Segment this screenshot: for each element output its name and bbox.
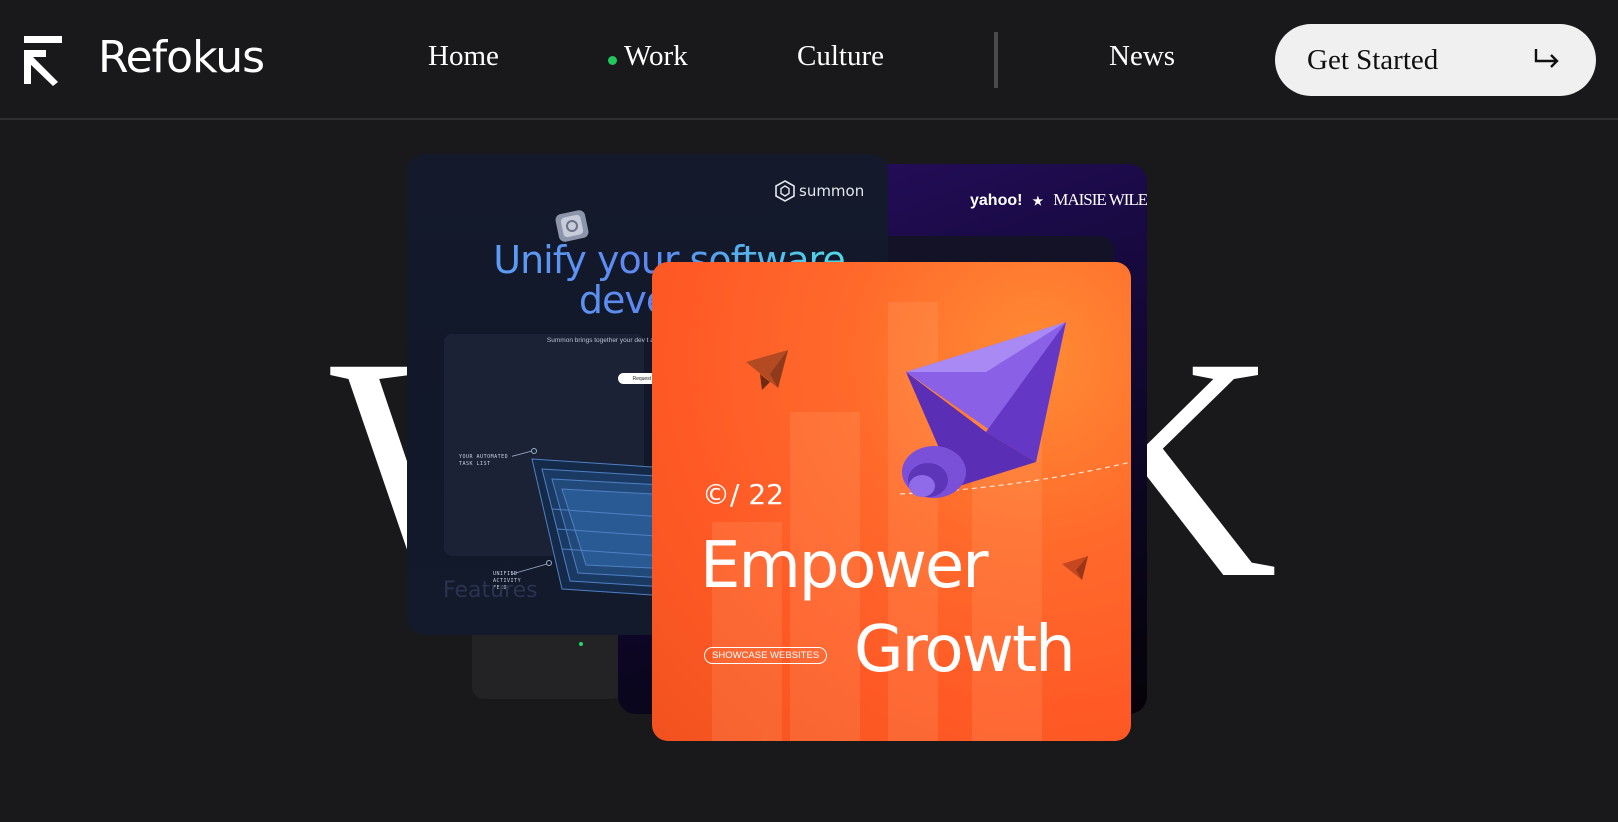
nav-item-news[interactable]: News [1109, 40, 1175, 73]
active-indicator-dot [608, 56, 617, 65]
partner-logos: yahoo! ★ MAISIE WILEN [970, 190, 1147, 210]
summon-brand-text: summon [799, 182, 865, 200]
refokus-logo-icon [24, 36, 62, 86]
get-started-button[interactable]: Get Started [1275, 24, 1596, 96]
nav-divider [994, 32, 998, 88]
hexagon-logo-icon [775, 180, 795, 202]
get-started-label: Get Started [1307, 43, 1439, 76]
site-header: Refokus Home Work Culture News Get Start… [0, 0, 1618, 120]
tiny-shape-icon [1062, 556, 1088, 580]
summon-logo: summon [775, 180, 864, 202]
logo[interactable]: Refokus [22, 32, 265, 86]
nav-item-home[interactable]: Home [428, 40, 499, 73]
nav-item-culture[interactable]: Culture [797, 40, 884, 73]
maisie-wilen-logo: MAISIE WILEN [1053, 190, 1147, 209]
showcase-badge: SHOWCASE WEBSITES [704, 647, 828, 664]
yahoo-logo: yahoo! [970, 192, 1023, 209]
headline-empower: Empower [700, 529, 989, 603]
nav-item-work[interactable]: Work [624, 40, 688, 73]
project-card-empower-growth[interactable]: ©/ 22 Empower SHOWCASE WEBSITES Growth [652, 262, 1131, 741]
status-dot [579, 642, 583, 646]
brand-name: Refokus [98, 32, 265, 83]
purple-rocket-shape-icon [902, 322, 1066, 498]
arrow-return-icon [1534, 49, 1559, 68]
year-label: ©/ 22 [702, 478, 784, 511]
task-list-label: YOUR AUTOMATED TASK LIST [459, 454, 509, 467]
star-separator-icon: ★ [1032, 194, 1044, 208]
headline-growth: Growth [854, 613, 1076, 687]
small-rocket-shape-icon [746, 350, 788, 390]
features-heading: Features [443, 578, 538, 603]
